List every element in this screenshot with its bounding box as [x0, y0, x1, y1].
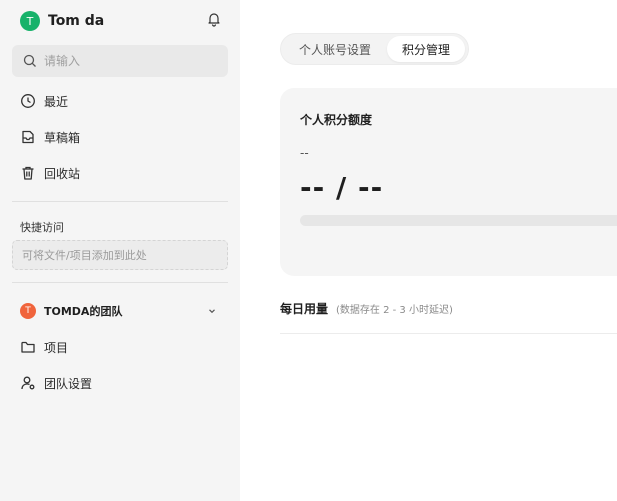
daily-usage-title: 每日用量	[280, 302, 329, 316]
team-avatar: T	[20, 303, 36, 319]
nav-drafts-label: 草稿箱	[44, 130, 81, 145]
daily-usage-note: (数据存在 2 - 3 小时延迟)	[336, 305, 453, 316]
clock-icon	[21, 94, 35, 108]
search-icon	[23, 54, 36, 67]
nav-trash[interactable]: 回收站	[20, 163, 220, 183]
user-name: Tom da	[48, 13, 105, 29]
credits-sub-value: --	[300, 146, 309, 160]
trash-icon	[22, 166, 34, 180]
nav-drafts[interactable]: 草稿箱	[20, 127, 220, 147]
sidebar: T Tom da 最近 草稿箱	[0, 0, 240, 501]
nav-projects-label: 项目	[44, 340, 69, 355]
tab-account-settings[interactable]: 个人账号设置	[283, 36, 387, 62]
settings-tabs: 个人账号设置 积分管理	[280, 33, 469, 65]
bell-icon[interactable]	[206, 11, 222, 27]
search-input[interactable]	[44, 54, 214, 68]
nav-projects[interactable]: 项目	[20, 337, 220, 357]
user-avatar: T	[20, 11, 40, 31]
folder-icon	[21, 341, 35, 353]
credits-card: 个人积分额度 -- -- / --	[280, 88, 617, 276]
credits-progress-bar	[300, 215, 617, 226]
nav-team-settings[interactable]: 团队设置	[20, 373, 220, 393]
team-name: TOMDA的团队	[44, 305, 123, 318]
chevron-down-icon[interactable]	[206, 305, 218, 317]
search-box[interactable]	[12, 45, 228, 77]
user-menu[interactable]: T Tom da	[20, 10, 224, 32]
nav-trash-label: 回收站	[44, 166, 81, 181]
team-switcher[interactable]: T TOMDA的团队	[20, 302, 218, 320]
tab-credits[interactable]: 积分管理	[387, 36, 465, 62]
quick-access-drop-zone[interactable]: 可将文件/项目添加到此处	[12, 240, 228, 270]
nav-recent[interactable]: 最近	[20, 91, 220, 111]
credits-main-value: -- / --	[300, 171, 384, 204]
nav-team-settings-label: 团队设置	[44, 376, 93, 391]
sidebar-divider	[12, 282, 228, 283]
nav-recent-label: 最近	[44, 94, 69, 109]
drafts-icon	[22, 130, 34, 144]
credits-title: 个人积分额度	[300, 113, 373, 127]
user-settings-icon	[21, 376, 35, 390]
main-divider	[280, 333, 617, 334]
sidebar-divider	[12, 201, 228, 202]
quick-access-title: 快捷访问	[20, 221, 64, 234]
daily-usage-header: 每日用量 (数据存在 2 - 3 小时延迟)	[280, 300, 453, 317]
